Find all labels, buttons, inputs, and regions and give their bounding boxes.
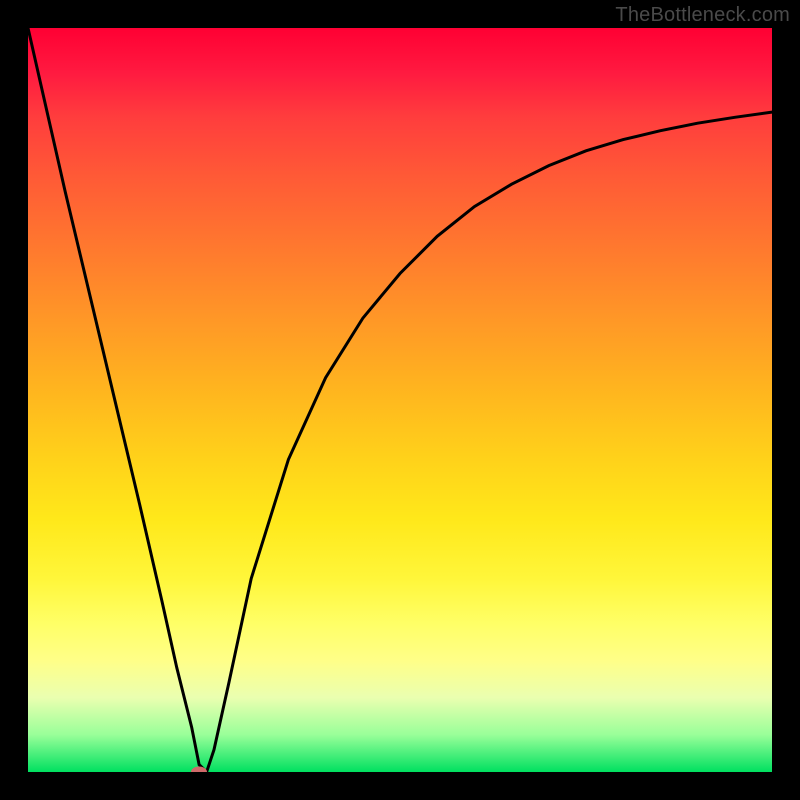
watermark-text: TheBottleneck.com xyxy=(615,4,790,27)
bottleneck-curve xyxy=(28,28,772,772)
plot-area xyxy=(28,28,772,772)
chart-frame: TheBottleneck.com xyxy=(0,0,800,800)
curve-layer xyxy=(28,28,772,772)
optimum-marker xyxy=(191,767,207,773)
